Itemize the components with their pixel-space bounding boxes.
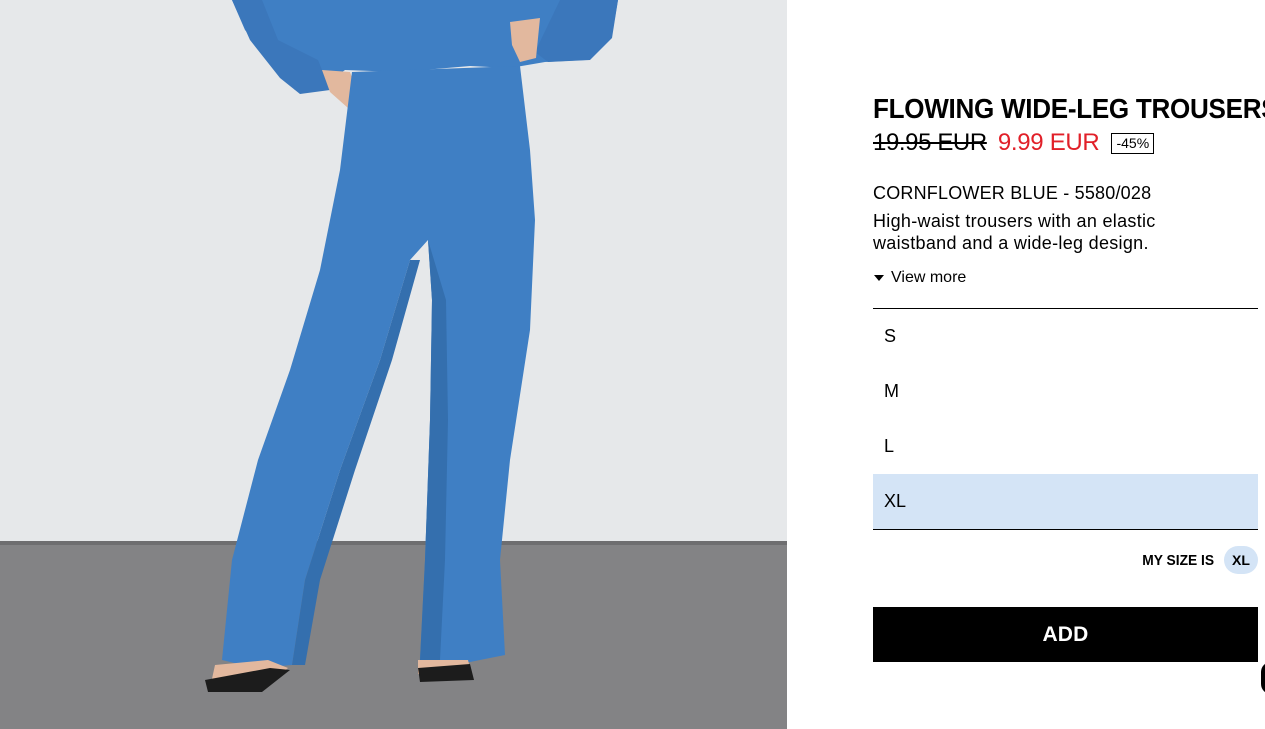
old-price: 19.95 EUR: [873, 129, 987, 156]
view-more-link[interactable]: View more: [873, 269, 1258, 287]
size-option-xl[interactable]: XL: [873, 474, 1258, 529]
sale-price: 9.99 EUR: [997, 129, 1100, 156]
size-option-s[interactable]: S: [873, 309, 1258, 364]
product-photo[interactable]: [0, 0, 787, 729]
discount-badge: -45%: [1111, 132, 1155, 154]
color-reference: CORNFLOWER BLUE - 5580/028: [873, 183, 1152, 203]
product-page: FLOWING WIDE-LEG TROUSERS 19.95 EUR 9.99…: [0, 0, 1265, 729]
size-option-l[interactable]: L: [873, 419, 1258, 474]
size-selector: S M L XL: [873, 308, 1258, 530]
price-row: 19.95 EUR 9.99 EUR -45%: [873, 128, 1258, 158]
view-more-label: View more: [891, 269, 967, 286]
add-to-cart-button[interactable]: ADD: [873, 607, 1258, 662]
chat-icon[interactable]: [1261, 662, 1265, 694]
caret-down-icon: [874, 275, 884, 281]
my-size-label: MY SIZE IS: [1142, 551, 1214, 569]
size-option-m[interactable]: M: [873, 364, 1258, 419]
product-info-panel: FLOWING WIDE-LEG TROUSERS 19.95 EUR 9.99…: [873, 92, 1265, 662]
product-description: High-waist trousers with an elastic wais…: [873, 211, 1156, 253]
my-size-row[interactable]: MY SIZE IS XL: [873, 546, 1258, 574]
product-title: FLOWING WIDE-LEG TROUSERS: [873, 93, 1265, 124]
model-photo-illustration: [0, 0, 787, 729]
my-size-badge[interactable]: XL: [1224, 546, 1258, 574]
